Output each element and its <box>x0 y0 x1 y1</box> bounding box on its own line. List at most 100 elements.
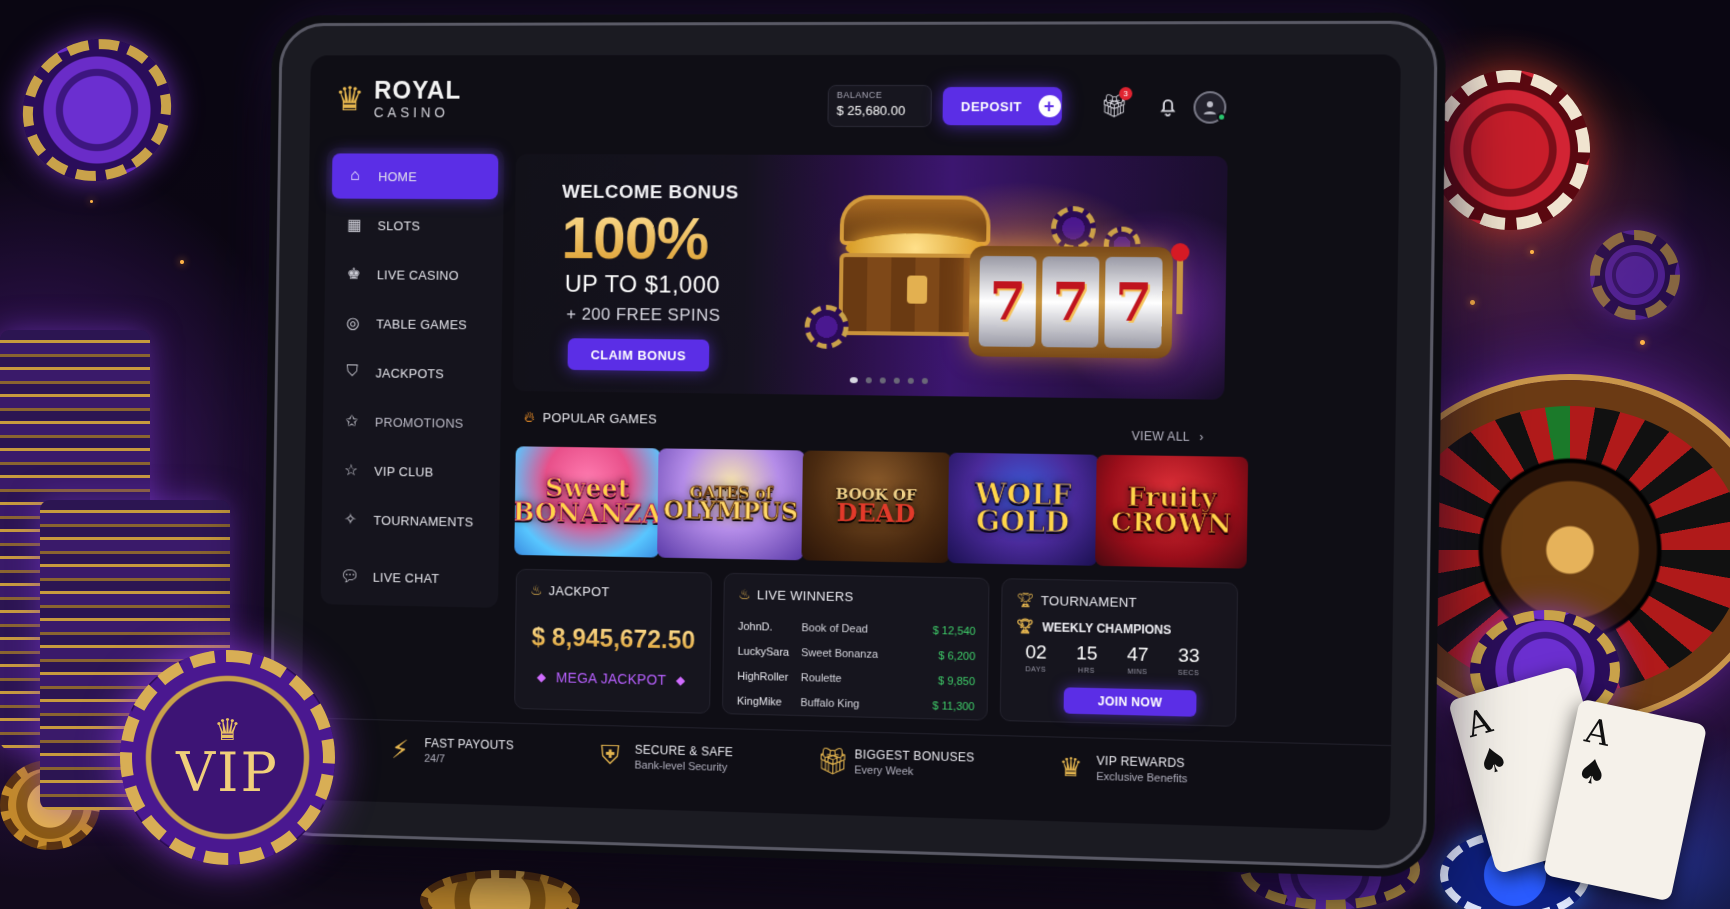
treasure-chest-illustration <box>838 194 991 337</box>
popular-games-heading: 🔥︎ POPULAR GAMES <box>524 409 657 428</box>
tournaments-icon: ✧ <box>343 511 358 529</box>
flame-icon: 🔥︎ <box>523 408 536 426</box>
sidebar-item-label: VIP CLUB <box>374 463 434 480</box>
game-title-line: CROWN <box>1110 507 1232 540</box>
countdown-hours: 15 HRS <box>1075 643 1098 675</box>
view-all-link[interactable]: VIEW ALL › <box>1132 429 1204 444</box>
balance-display: BALANCE $ 25,680.00 <box>827 84 933 128</box>
crown-icon: ♛ <box>334 80 365 118</box>
winner-amount: $ 12,540 <box>932 624 976 638</box>
countdown-seconds: 33 SECS <box>1177 645 1200 678</box>
jackpots-icon: ⛉ <box>346 363 359 381</box>
countdown-minutes: 47 MINS <box>1126 644 1149 677</box>
winner-name: KingMike <box>736 695 782 709</box>
feature-vip-rewards: ♛ VIP REWARDS Exclusive Benefits <box>1058 751 1188 786</box>
lightning-icon: ⚡︎ <box>391 734 410 765</box>
fire-icon: ♨ <box>738 585 752 603</box>
carousel-dot[interactable] <box>893 377 900 384</box>
crown-icon: ♛ <box>1058 751 1084 783</box>
sidebar-item-live-chat[interactable]: 💬︎ LIVE CHAT <box>326 553 492 602</box>
promotions-icon: ✩ <box>345 413 359 431</box>
balance-label: BALANCE <box>836 89 883 101</box>
vip-chip-text: VIP <box>176 740 279 804</box>
feature-secure-safe: ⛨ SECURE & SAFE Bank-level Security <box>597 740 733 775</box>
brand-tagline: CASINO <box>373 104 449 121</box>
winner-amount: $ 6,200 <box>938 649 976 663</box>
chevron-right-icon: › <box>1199 429 1204 445</box>
live-winners-panel: ♨ LIVE WINNERS JohnD. Book of Dead $ 12,… <box>721 572 990 721</box>
game-title-line: BONANZA <box>514 497 661 530</box>
trophy-icon: 🏆︎ <box>1016 617 1035 635</box>
gold-chip-decoration <box>420 870 580 909</box>
sidebar-item-vip-club[interactable]: ☆ VIP CLUB <box>328 447 495 495</box>
sidebar-nav: ⌂ HOME ▦ SLOTS ♚ LIVE CASINO ◎ TABLE GAM… <box>320 147 505 608</box>
features-strip: ⚡︎ FAST PAYOUTS 24/7 ⛨ SECURE & SAFE Bank-… <box>300 717 1392 811</box>
sidebar-item-label: TABLE GAMES <box>376 316 468 332</box>
winner-amount: $ 9,850 <box>937 674 976 688</box>
sidebar-item-label: JACKPOTS <box>375 365 445 381</box>
live-winners-title: LIVE WINNERS <box>757 587 854 605</box>
gift-button[interactable]: 🎁︎ 3 <box>1099 87 1133 121</box>
sidebar-item-home[interactable]: ⌂ HOME <box>331 153 499 200</box>
game-tile-book-of-dead[interactable]: BOOK OF DEAD <box>801 450 952 564</box>
user-icon <box>1203 101 1217 115</box>
game-title-line: DEAD <box>836 497 916 529</box>
sidebar-item-slots[interactable]: ▦ SLOTS <box>331 202 498 248</box>
bonus-percent: 100% <box>561 204 709 272</box>
deposit-button[interactable]: DEPOSIT + <box>942 87 1063 126</box>
carousel-dot[interactable] <box>879 377 886 384</box>
sidebar-item-promotions[interactable]: ✩ PROMOTIONS <box>328 398 495 445</box>
claim-bonus-button[interactable]: CLAIM BONUS <box>567 338 710 372</box>
game-title-line: GOLD <box>975 504 1070 540</box>
home-icon: ⌂ <box>350 167 361 184</box>
sidebar-item-label: PROMOTIONS <box>374 414 464 431</box>
jackpot-heading: ♨ JACKPOT <box>530 582 609 600</box>
winner-amount: $ 11,300 <box>932 699 975 713</box>
live-winners-heading: ♨ LIVE WINNERS <box>738 586 853 605</box>
sidebar-item-label: HOME <box>378 168 418 184</box>
brand-logo[interactable]: ♛ ROYAL CASINO <box>334 77 461 121</box>
bell-icon <box>1157 95 1180 117</box>
game-tile-sweet-bonanza[interactable]: Sweet BONANZA <box>514 446 661 558</box>
winner-name: HighRoller <box>737 670 789 684</box>
user-avatar[interactable] <box>1193 91 1227 124</box>
sidebar-item-tournaments[interactable]: ✧ TOURNAMENTS <box>327 496 494 544</box>
carousel-dot[interactable] <box>907 377 914 384</box>
tablet-device: ♛ ROYAL CASINO BALANCE $ 25,680.00 DEPOS… <box>268 20 1438 870</box>
jackpot-panel[interactable]: ♨ JACKPOT $ 8,945,672.50 ◆ MEGA JACKPOT … <box>514 568 713 714</box>
vip-club-icon: ☆ <box>344 462 359 480</box>
sidebar-item-live-casino[interactable]: ♚ LIVE CASINO <box>331 251 498 298</box>
sidebar-item-label: LIVE CHAT <box>372 569 440 586</box>
carousel-dot[interactable] <box>921 377 928 385</box>
sidebar-item-table-games[interactable]: ◎ TABLE GAMES <box>330 300 497 347</box>
countdown-timer: 02 DAYS 15 HRS 47 MINS 33 SECS <box>1018 642 1208 678</box>
winners-list: JohnD. Book of Dead $ 12,540 LuckySara S… <box>737 614 976 719</box>
notifications-button[interactable] <box>1152 91 1183 121</box>
purple-chip-decoration <box>1590 230 1680 320</box>
balance-value: $ 25,680.00 <box>836 102 906 119</box>
reel-symbol: 7 <box>1041 256 1100 348</box>
purple-chip-decoration <box>0 14 195 206</box>
slot-machine-reels: 7 7 7 <box>968 245 1174 359</box>
sidebar-item-jackpots[interactable]: ⛉ JACKPOTS <box>329 349 496 396</box>
join-now-button[interactable]: JOIN NOW <box>1063 687 1197 717</box>
carousel-dot[interactable] <box>849 377 858 384</box>
feature-biggest-bonuses: 🎁︎ BIGGEST BONUSES Every Week <box>816 745 975 779</box>
reel-symbol: 7 <box>1104 256 1163 349</box>
game-tile-gates-of-olympus[interactable]: GATES of OLYMPUS <box>657 448 805 561</box>
winner-name: JohnD. <box>737 620 773 634</box>
winner-game: Sweet Bonanza <box>801 646 879 661</box>
spark-decoration <box>90 200 93 203</box>
tournament-title: TOURNAMENT <box>1040 593 1138 611</box>
diamond-icon: ◆ <box>536 669 547 685</box>
game-tile-fruity-crown[interactable]: Fruity CROWN <box>1095 454 1249 569</box>
feature-fast-payouts: ⚡︎ FAST PAYOUTS 24/7 <box>388 734 514 768</box>
countdown-days: 02 DAYS <box>1025 642 1047 674</box>
winner-game: Roulette <box>800 671 842 685</box>
game-tile-wolf-gold[interactable]: WOLF GOLD <box>947 452 1099 566</box>
welcome-bonus-banner[interactable]: WELCOME BONUS 100% UP TO $1,000 + 200 FR… <box>512 153 1228 400</box>
reel-symbol: 7 <box>978 255 1037 348</box>
carousel-dot[interactable] <box>865 377 872 384</box>
carousel-dots <box>849 377 928 385</box>
trophy-icon: 🏆︎ <box>1016 591 1035 609</box>
